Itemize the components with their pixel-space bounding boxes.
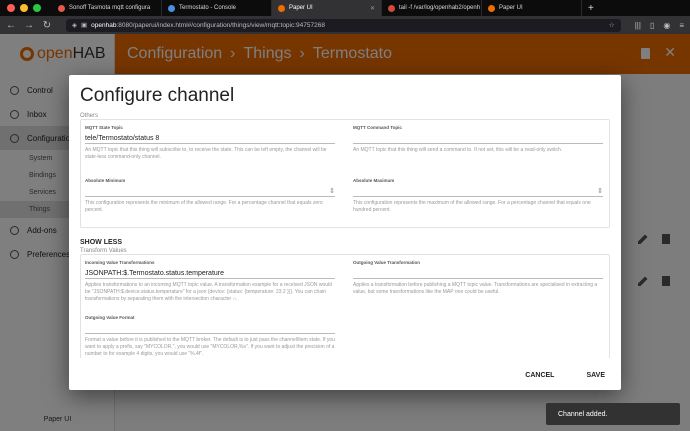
lock-icon: ▣ [81, 22, 88, 29]
browser-tab[interactable]: Termostato - Console [162, 0, 272, 16]
spinner-icon[interactable]: ⇕ [597, 186, 603, 196]
bookmark-star-icon[interactable]: ☆ [609, 21, 615, 29]
outgoing-format-help: Format a value before it is published to… [85, 337, 335, 357]
tab-favicon-icon [58, 4, 65, 12]
others-section: MQTT State Topic tele/Termostato/status … [80, 119, 610, 228]
url-path: :8080/paperui/index.html#/configuration/… [116, 21, 325, 29]
outgoing-transform-field-group: Outgoing Value Transformation Applies a … [353, 260, 603, 296]
new-tab-icon[interactable]: + [582, 3, 600, 14]
minimize-window-button[interactable] [20, 4, 28, 12]
command-topic-label: MQTT Command Topic [353, 125, 402, 130]
cancel-button[interactable]: CANCEL [525, 372, 554, 379]
tab-label: tail -f /var/log/openhab2/openh [399, 5, 481, 11]
tab-label: Termostato - Console [179, 5, 237, 11]
dialog-body: Others MQTT State Topic tele/Termostato/… [80, 111, 610, 358]
browser-tab[interactable]: tail -f /var/log/openhab2/openh [382, 0, 482, 16]
incoming-transform-input[interactable]: JSONPATH:$.Termostato.status.temperature [85, 268, 335, 279]
state-topic-help: An MQTT topic that this thing will subsc… [85, 147, 327, 160]
tab-favicon-icon [388, 4, 395, 12]
abs-max-help: This configuration represents the maximu… [353, 200, 591, 213]
outgoing-format-label: Outgoing Value Format [85, 315, 135, 320]
abs-max-input[interactable]: ⇕ [353, 186, 603, 197]
url-host: openhab [91, 21, 117, 29]
close-window-button[interactable] [7, 4, 15, 12]
abs-max-label: Absolute Maximum [353, 178, 395, 183]
close-tab-icon[interactable]: ✕ [370, 5, 375, 12]
menu-icon[interactable]: ≡ [679, 21, 684, 30]
incoming-transform-value: JSONPATH:$.Termostato.status.temperature [85, 270, 225, 277]
spinner-icon[interactable]: ⇕ [329, 186, 335, 196]
tab-bar: Sonoff Tasmota mqtt configura Termostato… [0, 0, 690, 16]
command-topic-input[interactable] [353, 133, 603, 144]
outgoing-format-field-group: Outgoing Value Format Format a value bef… [85, 315, 335, 358]
outgoing-transform-label: Outgoing Value Transformation [353, 260, 421, 265]
toast-text: Channel added. [558, 410, 608, 418]
tab-label: Paper UI [289, 5, 313, 11]
reload-icon[interactable]: ↻ [42, 20, 52, 31]
sidebar-toggle-icon[interactable]: ▯ [650, 21, 654, 30]
extension-icon[interactable]: ◉ [663, 21, 670, 30]
tab-favicon-icon [168, 4, 175, 12]
outgoing-transform-help: Applies a transformation before publishi… [353, 282, 598, 295]
state-topic-value: tele/Termostato/status 8 [85, 135, 160, 142]
browser-tab[interactable]: Paper UI [482, 0, 582, 16]
address-toolbar: ← → ↻ ◈ ▣ openhab:8080/paperui/index.htm… [0, 16, 690, 34]
abs-min-label: Absolute Minimum [85, 178, 126, 183]
command-topic-help: An MQTT topic that this thing will send … [353, 147, 563, 153]
url-text: openhab:8080/paperui/index.html#/configu… [91, 22, 325, 29]
tab-favicon-icon [488, 4, 495, 12]
window-controls [0, 4, 52, 12]
state-topic-input[interactable]: tele/Termostato/status 8 [85, 133, 335, 144]
incoming-transform-help: Applies transformations to an incoming M… [85, 282, 332, 302]
tab-favicon-icon [278, 4, 285, 12]
incoming-transform-label: Incoming Value Transformations [85, 260, 155, 265]
save-button[interactable]: SAVE [586, 372, 605, 379]
abs-min-field-group: Absolute Minimum ⇕ This configuration re… [85, 178, 335, 214]
abs-min-input[interactable]: ⇕ [85, 186, 335, 197]
outgoing-format-input[interactable] [85, 323, 335, 334]
state-topic-field-group: MQTT State Topic tele/Termostato/status … [85, 125, 335, 161]
tab-label: Sonoff Tasmota mqtt configura [69, 5, 151, 11]
transform-section: Incoming Value Transformations JSONPATH:… [80, 254, 610, 358]
configure-channel-dialog: Configure channel Others MQTT State Topi… [69, 75, 621, 390]
back-icon[interactable]: ← [6, 20, 16, 31]
dialog-title: Configure channel [80, 85, 235, 106]
shield-icon: ◈ [72, 22, 77, 29]
toast-notification: Channel added. [546, 403, 680, 425]
browser-tab[interactable]: Sonoff Tasmota mqtt configura [52, 0, 162, 16]
command-topic-field-group: MQTT Command Topic An MQTT topic that th… [353, 125, 603, 154]
abs-min-help: This configuration represents the minimu… [85, 200, 323, 213]
abs-max-field-group: Absolute Maximum ⇕ This configuration re… [353, 178, 603, 214]
maximize-window-button[interactable] [33, 4, 41, 12]
forward-icon[interactable]: → [24, 20, 34, 31]
toolbar-icons: ||| ▯ ◉ ≡ [635, 21, 684, 30]
dialog-actions: CANCEL SAVE [525, 372, 605, 379]
incoming-transform-field-group: Incoming Value Transformations JSONPATH:… [85, 260, 335, 303]
state-topic-label: MQTT State Topic [85, 125, 123, 130]
tab-label: Paper UI [499, 5, 523, 11]
url-field[interactable]: ◈ ▣ openhab:8080/paperui/index.html#/con… [66, 18, 621, 32]
paper-ui-app: openHAB Control Inbox Configuration Syst… [0, 34, 690, 431]
outgoing-transform-input[interactable] [353, 268, 603, 279]
library-icon[interactable]: ||| [635, 21, 641, 30]
browser-tab-active[interactable]: Paper UI ✕ [272, 0, 382, 16]
show-less-button[interactable]: SHOW LESS [80, 239, 610, 246]
browser-window: Sonoff Tasmota mqtt configura Termostato… [0, 0, 690, 431]
